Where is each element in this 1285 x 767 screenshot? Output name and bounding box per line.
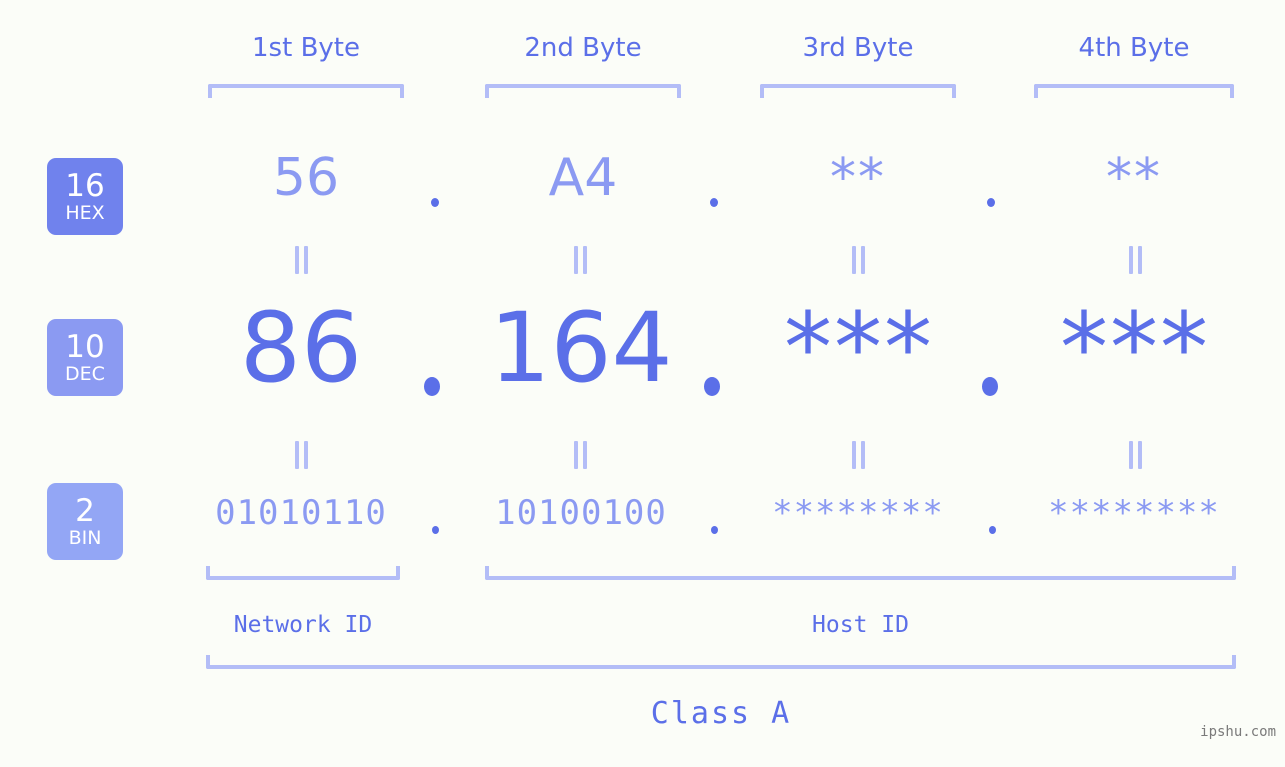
dec-byte-4: ***: [1060, 292, 1210, 404]
equality-mark-lower-1: [294, 441, 310, 469]
equality-mark-lower-4: [1128, 441, 1144, 469]
equality-mark-lower-3: [851, 441, 867, 469]
dec-byte-1: 86: [239, 292, 363, 404]
base-badge-bin-name: BIN: [68, 526, 102, 549]
dec-separator-dot-1: [424, 377, 440, 396]
equality-mark-upper-1: [294, 246, 310, 274]
equality-mark-upper-3: [851, 246, 867, 274]
class-bracket: [206, 655, 1236, 669]
byte-bracket-top-3: [760, 84, 956, 98]
bin-byte-2: 10100100: [495, 493, 667, 533]
class-label: Class A: [650, 696, 792, 731]
site-watermark: ipshu.com: [1200, 724, 1276, 740]
base-badge-hex-name: HEX: [65, 201, 105, 224]
bin-byte-1: 01010110: [215, 493, 387, 533]
byte-bracket-top-1: [208, 84, 404, 98]
hex-separator-dot-2: [710, 198, 718, 207]
base-badge-hex: 16 HEX: [47, 158, 123, 235]
equality-mark-upper-4: [1128, 246, 1144, 274]
base-badge-dec: 10 DEC: [47, 319, 123, 396]
base-badge-dec-name: DEC: [65, 362, 105, 385]
network-id-bracket: [206, 566, 400, 580]
host-id-bracket: [485, 566, 1236, 580]
dec-byte-2: 164: [489, 292, 673, 404]
equality-mark-lower-2: [573, 441, 589, 469]
byte-bracket-top-2: [485, 84, 681, 98]
hex-separator-dot-1: [431, 198, 439, 207]
base-badge-bin-number: 2: [75, 492, 95, 529]
host-id-label: Host ID: [812, 612, 909, 638]
bin-byte-3: ********: [772, 493, 944, 533]
byte-header-3: 3rd Byte: [802, 33, 914, 63]
dec-separator-dot-2: [704, 377, 720, 396]
base-badge-dec-number: 10: [65, 328, 105, 365]
base-badge-hex-number: 16: [65, 167, 105, 204]
network-id-label: Network ID: [233, 612, 373, 638]
hex-byte-1: 56: [272, 148, 340, 208]
hex-byte-4: **: [1106, 148, 1162, 208]
ip-breakdown-diagram: 1st Byte 2nd Byte 3rd Byte 4th Byte 16 H…: [0, 0, 1285, 767]
dec-byte-3: ***: [784, 292, 934, 404]
bin-separator-dot-2: [711, 526, 718, 534]
equality-mark-upper-2: [573, 246, 589, 274]
byte-header-2: 2nd Byte: [524, 33, 642, 63]
base-badge-bin: 2 BIN: [47, 483, 123, 560]
byte-header-4: 4th Byte: [1078, 33, 1190, 63]
bin-separator-dot-1: [432, 526, 439, 534]
byte-header-1: 1st Byte: [252, 33, 360, 63]
hex-separator-dot-3: [987, 198, 995, 207]
bin-byte-4: ********: [1048, 493, 1220, 533]
hex-byte-2: A4: [548, 148, 618, 208]
dec-separator-dot-3: [982, 377, 998, 396]
hex-byte-3: **: [830, 148, 886, 208]
bin-separator-dot-3: [989, 526, 996, 534]
byte-bracket-top-4: [1034, 84, 1234, 98]
